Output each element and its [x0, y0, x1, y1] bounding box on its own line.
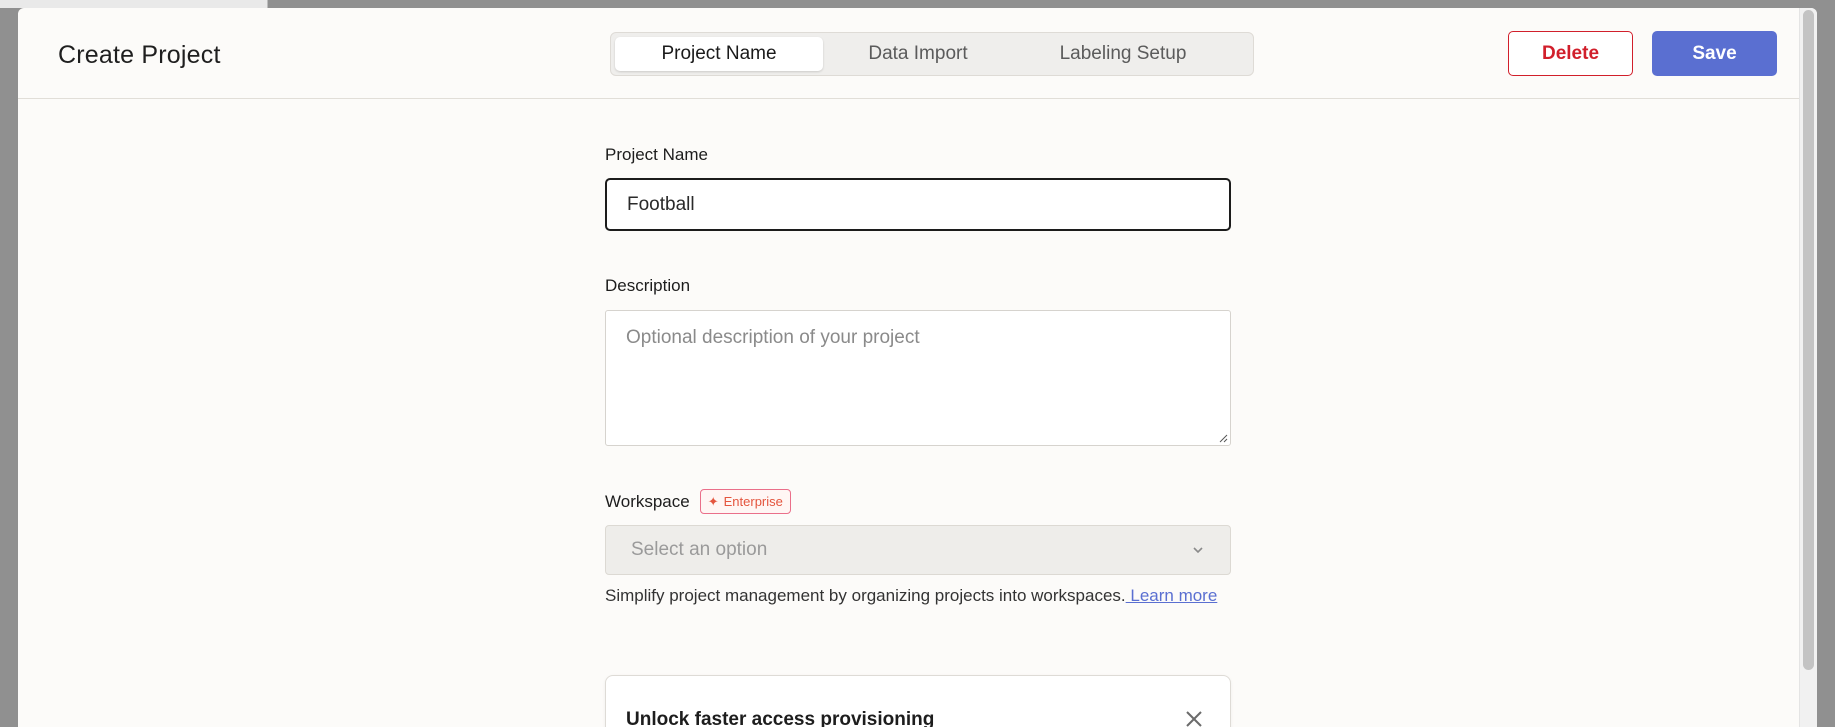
- sparkle-icon: ✦: [707, 493, 719, 509]
- resize-handle-icon[interactable]: [1218, 433, 1228, 443]
- learn-more-link[interactable]: Learn more: [1126, 586, 1217, 605]
- description-placeholder: Optional description of your project: [626, 327, 920, 348]
- vertical-scrollbar[interactable]: [1799, 8, 1817, 727]
- project-name-value: Football: [627, 193, 695, 215]
- upsell-card: Unlock faster access provisioning: [605, 675, 1231, 727]
- description-textarea[interactable]: Optional description of your project: [605, 310, 1231, 446]
- workspace-help-text: Simplify project management by organizin…: [605, 582, 1231, 610]
- tab-data-import[interactable]: Data Import: [823, 37, 1013, 71]
- workspace-select[interactable]: Select an option: [605, 525, 1231, 575]
- create-project-modal: Create Project Project Name Data Import …: [18, 8, 1817, 727]
- description-label: Description: [605, 276, 691, 295]
- modal-title: Create Project: [58, 41, 221, 69]
- enterprise-badge: ✦ Enterprise: [699, 489, 791, 514]
- upsell-card-title: Unlock faster access provisioning: [626, 709, 935, 727]
- enterprise-badge-label: Enterprise: [723, 494, 783, 509]
- step-tabs: Project Name Data Import Labeling Setup: [610, 32, 1254, 76]
- workspace-label: Workspace: [605, 491, 690, 511]
- project-name-label: Project Name: [605, 145, 708, 164]
- close-icon[interactable]: [1184, 709, 1204, 727]
- tab-project-name[interactable]: Project Name: [615, 37, 823, 71]
- project-name-input[interactable]: Football: [605, 178, 1231, 231]
- modal-header: Create Project Project Name Data Import …: [18, 8, 1817, 99]
- chevron-down-icon: [1193, 547, 1203, 554]
- workspace-help-copy: Simplify project management by organizin…: [605, 586, 1126, 605]
- tab-labeling-setup[interactable]: Labeling Setup: [1013, 37, 1233, 71]
- scrollbar-thumb[interactable]: [1803, 10, 1814, 670]
- delete-button[interactable]: Delete: [1508, 31, 1633, 76]
- workspace-label-row: Workspace ✦ Enterprise: [605, 489, 791, 514]
- background-window-edge: [0, 0, 268, 8]
- workspace-select-placeholder: Select an option: [631, 539, 768, 560]
- save-button[interactable]: Save: [1652, 31, 1777, 76]
